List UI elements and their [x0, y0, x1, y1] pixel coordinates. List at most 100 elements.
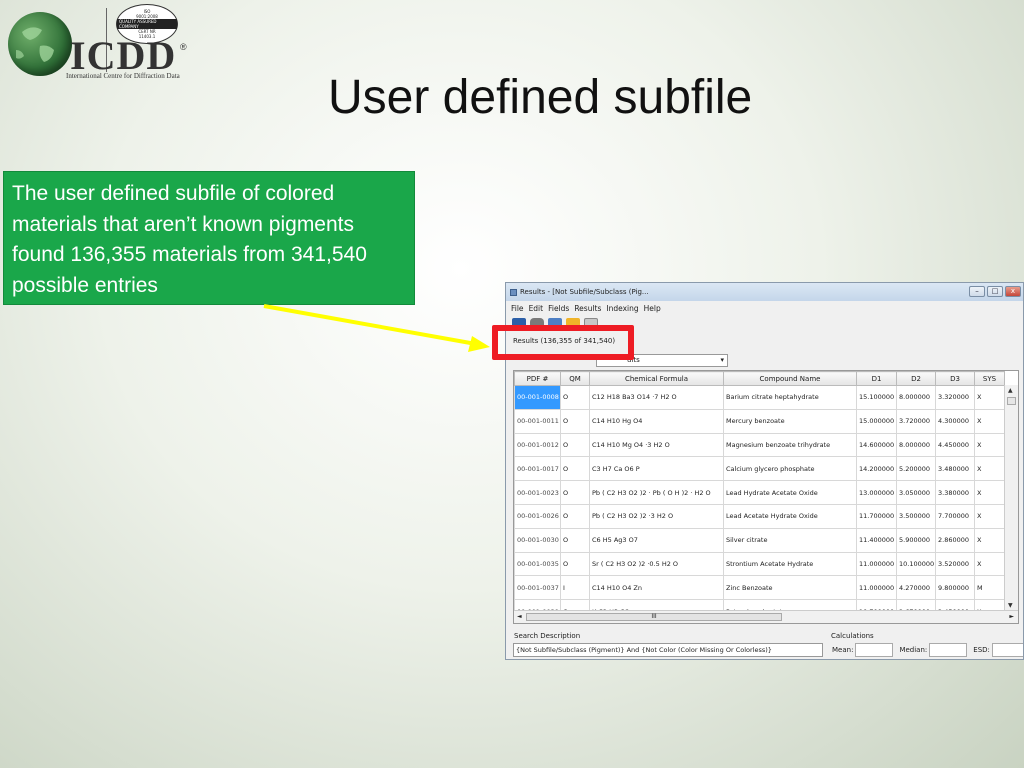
- cell-formula[interactable]: Pb ( C2 H3 O2 )2 ·3 H2 O: [589, 503, 724, 529]
- cell-d1[interactable]: 14.200000: [856, 456, 897, 482]
- cell-d3[interactable]: 7.700000: [935, 503, 975, 529]
- table-row[interactable]: 00-001-0030 O C6 H5 Ag3 O7 Silver citrate 11…: [514, 527, 1005, 553]
- cell-compound[interactable]: Mercury benzoate: [723, 408, 857, 434]
- table-row[interactable]: 00-001-0023 O Pb ( C2 H3 O2 )2 · Pb ( O H …: [514, 480, 1005, 505]
- cell-formula[interactable]: C3 H7 Ca O6 P: [589, 456, 724, 482]
- cell-compound[interactable]: Zinc Benzoate: [723, 575, 857, 601]
- cell-sys[interactable]: M: [974, 575, 1005, 601]
- cell-d3[interactable]: 3.380000: [935, 480, 975, 505]
- vertical-scrollbar[interactable]: ▲ ▼: [1004, 385, 1018, 611]
- scroll-up-icon[interactable]: ▲: [1008, 387, 1013, 394]
- cell-pdf[interactable]: 00-001-0030: [514, 527, 561, 553]
- cell-d3[interactable]: 2.860000: [935, 527, 975, 553]
- cell-pdf[interactable]: 00-001-0037: [514, 575, 561, 601]
- mean-field[interactable]: [855, 643, 894, 657]
- cell-sys[interactable]: X: [974, 480, 1005, 505]
- col-qm[interactable]: QM: [560, 371, 590, 386]
- cell-d1[interactable]: 11.000000: [856, 575, 897, 601]
- col-formula[interactable]: Chemical Formula: [589, 371, 724, 386]
- cell-compound[interactable]: Lead Acetate Hydrate Oxide: [723, 503, 857, 529]
- cell-d2[interactable]: 8.000000: [896, 385, 936, 410]
- cell-d2[interactable]: 8.000000: [896, 432, 936, 458]
- cell-compound[interactable]: Silver citrate: [723, 527, 857, 553]
- horizontal-scroll-thumb[interactable]: III: [526, 613, 782, 621]
- cell-formula[interactable]: Pb ( C2 H3 O2 )2 · Pb ( O H )2 · H2 O: [589, 480, 724, 505]
- cell-formula[interactable]: C14 H10 Hg O4: [589, 408, 724, 434]
- cell-sys[interactable]: X: [974, 456, 1005, 482]
- cell-compound[interactable]: Lead Hydrate Acetate Oxide: [723, 480, 857, 505]
- cell-sys[interactable]: X: [974, 503, 1005, 529]
- col-d1[interactable]: D1: [856, 371, 897, 386]
- table-row[interactable]: 00-001-0035 O Sr ( C2 H3 O2 )2 ·0.5 H2 O St…: [514, 551, 1005, 577]
- cell-d2[interactable]: 5.200000: [896, 456, 936, 482]
- cell-d3[interactable]: 4.450000: [935, 432, 975, 458]
- cell-qm[interactable]: O: [560, 480, 590, 505]
- median-field[interactable]: [929, 643, 968, 657]
- close-button[interactable]: x: [1005, 286, 1021, 297]
- cell-d3[interactable]: 3.480000: [935, 456, 975, 482]
- menu-file[interactable]: File: [511, 304, 524, 313]
- cell-d2[interactable]: 3.050000: [896, 480, 936, 505]
- cell-qm[interactable]: O: [560, 551, 590, 577]
- cell-d2[interactable]: 5.900000: [896, 527, 936, 553]
- table-row[interactable]: 00-001-0037 I C14 H10 O4 Zn Zinc Benzoate 11…: [514, 575, 1005, 601]
- cell-qm[interactable]: O: [560, 385, 590, 410]
- cell-pdf[interactable]: 00-001-0012: [514, 432, 561, 458]
- cell-qm[interactable]: O: [560, 527, 590, 553]
- cell-pdf[interactable]: 00-001-0026: [514, 503, 561, 529]
- cell-pdf[interactable]: 00-001-0008: [514, 385, 561, 410]
- col-compound[interactable]: Compound Name: [723, 371, 857, 386]
- cell-d1[interactable]: 11.000000: [856, 551, 897, 577]
- cell-sys[interactable]: X: [974, 432, 1005, 458]
- cell-d1[interactable]: 14.600000: [856, 432, 897, 458]
- col-d3[interactable]: D3: [935, 371, 975, 386]
- col-pdf[interactable]: PDF #: [514, 371, 561, 386]
- cell-sys[interactable]: X: [974, 408, 1005, 434]
- table-row[interactable]: 00-001-0017 O C3 H7 Ca O6 P Calcium glycero…: [514, 456, 1005, 482]
- cell-pdf[interactable]: 00-001-0017: [514, 456, 561, 482]
- scroll-down-icon[interactable]: ▼: [1008, 602, 1013, 609]
- cell-d2[interactable]: 4.270000: [896, 575, 936, 601]
- cell-pdf[interactable]: 00-001-0035: [514, 551, 561, 577]
- cell-d2[interactable]: 3.720000: [896, 408, 936, 434]
- cell-d1[interactable]: 15.100000: [856, 385, 897, 410]
- search-description-field[interactable]: {Not Subfile/Subclass (Pigment)} And {No…: [513, 643, 823, 657]
- table-row[interactable]: 00-001-0008 O C12 H18 Ba3 O14 ·7 H2 O Bariu…: [514, 385, 1005, 410]
- cell-qm[interactable]: O: [560, 503, 590, 529]
- cell-d1[interactable]: 11.400000: [856, 527, 897, 553]
- menu-edit[interactable]: Edit: [529, 304, 544, 313]
- horizontal-scrollbar[interactable]: ◄ III ►: [514, 610, 1018, 623]
- scroll-left-icon[interactable]: ◄: [517, 613, 522, 620]
- cell-d3[interactable]: 3.520000: [935, 551, 975, 577]
- cell-compound[interactable]: Magnesium benzoate trihydrate: [723, 432, 857, 458]
- scroll-right-icon[interactable]: ►: [1009, 613, 1014, 620]
- cell-sys[interactable]: X: [974, 385, 1005, 410]
- cell-d2[interactable]: 3.500000: [896, 503, 936, 529]
- cell-formula[interactable]: C14 H10 O4 Zn: [589, 575, 724, 601]
- table-row[interactable]: 00-001-0012 O C14 H10 Mg O4 ·3 H2 O Magnesi…: [514, 432, 1005, 458]
- cell-d3[interactable]: 9.800000: [935, 575, 975, 601]
- table-row[interactable]: 00-001-0026 O Pb ( C2 H3 O2 )2 ·3 H2 O Lead…: [514, 503, 1005, 529]
- cell-compound[interactable]: Strontium Acetate Hydrate: [723, 551, 857, 577]
- cell-formula[interactable]: Sr ( C2 H3 O2 )2 ·0.5 H2 O: [589, 551, 724, 577]
- col-sys[interactable]: SYS: [974, 371, 1005, 386]
- cell-qm[interactable]: I: [560, 575, 590, 601]
- menu-results[interactable]: Results: [574, 304, 601, 313]
- col-d2[interactable]: D2: [896, 371, 936, 386]
- maximize-button[interactable]: □: [987, 286, 1003, 297]
- esd-field[interactable]: [991, 643, 1023, 657]
- vertical-scroll-thumb[interactable]: [1007, 397, 1016, 405]
- cell-sys[interactable]: X: [974, 551, 1005, 577]
- cell-qm[interactable]: O: [560, 408, 590, 434]
- cell-pdf[interactable]: 00-001-0023: [514, 480, 561, 505]
- cell-d2[interactable]: 10.100000: [896, 551, 936, 577]
- window-titlebar[interactable]: Results - [Not Subfile/Subclass (Pig... …: [506, 283, 1023, 301]
- cell-d3[interactable]: 4.300000: [935, 408, 975, 434]
- cell-d1[interactable]: 11.700000: [856, 503, 897, 529]
- cell-compound[interactable]: Barium citrate heptahydrate: [723, 385, 857, 410]
- cell-pdf[interactable]: 00-001-0011: [514, 408, 561, 434]
- table-row[interactable]: 00-001-0011 O C14 H10 Hg O4 Mercury benzoat…: [514, 408, 1005, 434]
- menu-indexing[interactable]: Indexing: [606, 304, 638, 313]
- menu-help[interactable]: Help: [644, 304, 661, 313]
- minimize-button[interactable]: –: [969, 286, 985, 297]
